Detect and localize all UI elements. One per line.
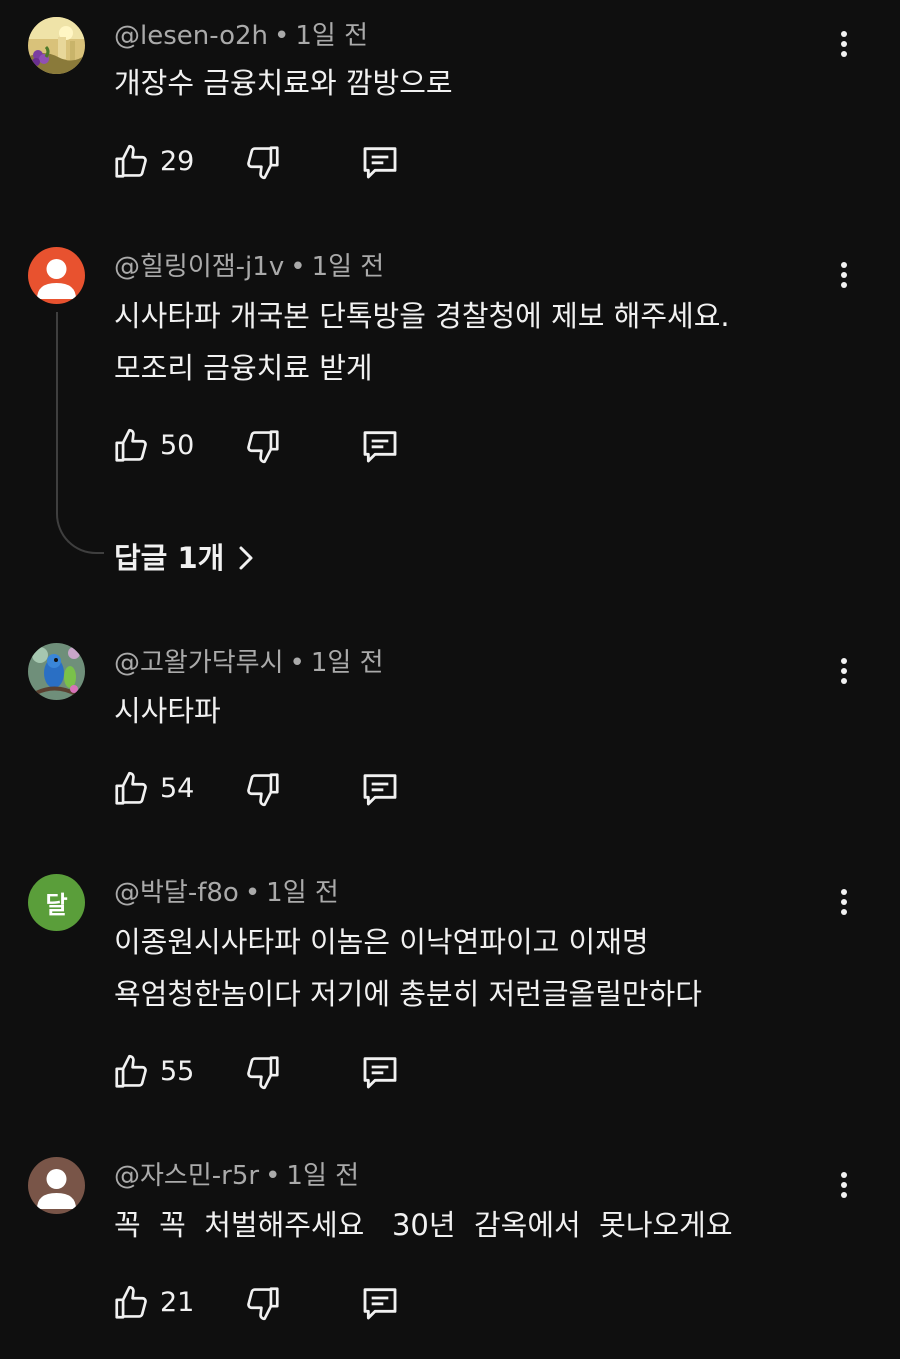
thumbs-up-icon [115,1285,147,1319]
reply-thread-line [56,312,104,554]
comment-time: 1일 전 [286,1161,360,1191]
thumbs-down-icon [247,146,279,180]
comment-author[interactable]: @고왈가닥루시 [114,648,284,678]
reply-button[interactable] [360,1052,400,1092]
comment-meta: @고왈가닥루시 • 1일 전 [114,647,384,679]
more-options-button[interactable] [826,1165,862,1205]
default-person-avatar-icon [28,247,85,304]
avatar-initial: 달 [45,891,68,919]
comment-time: 1일 전 [295,21,369,51]
thumbs-up-icon [115,1054,147,1088]
reply-button[interactable] [360,1283,400,1323]
channel-avatar[interactable]: 달 [28,874,85,931]
comment-author[interactable]: @자스민-r5r [114,1161,259,1191]
comment-text: 욕엄청한놈이다 저기에 충분히 저런글올릴만하다 [114,977,702,1011]
channel-avatar[interactable] [28,17,85,74]
comment-text: 꼭 꼭 처벌해주세요 30년 감옥에서 못나오게요 [114,1208,733,1242]
like-button[interactable]: 54 [112,769,194,809]
meta-separator: • [290,252,306,282]
comment-text: 개장수 금융치료와 깜방으로 [114,66,453,100]
reply-button[interactable] [360,769,400,809]
reply-comment-icon [363,147,397,179]
dislike-button[interactable] [244,769,282,809]
dislike-button[interactable] [244,142,282,182]
like-count: 21 [160,1287,195,1318]
comment-author[interactable]: @박달-f8o [114,878,239,908]
comment-text: 시사타파 개국본 단톡방을 경찰청에 제보 해주세요. [114,299,730,333]
comment-time: 1일 전 [266,878,339,908]
meta-separator: • [265,1161,281,1191]
channel-avatar[interactable] [28,1157,85,1214]
like-count: 29 [160,146,195,177]
thumbs-down-icon [247,773,279,807]
comment-meta: @힐링이잼-j1v • 1일 전 [114,251,384,283]
replies-label: 답글 1개 [114,541,225,575]
chevron-right-icon [239,546,253,570]
meta-separator: • [244,878,261,908]
more-options-button[interactable] [826,255,862,295]
reply-comment-icon [363,431,397,463]
comment-meta: @자스민-r5r • 1일 전 [114,1160,359,1192]
more-options-button[interactable] [826,24,862,64]
thumbs-up-icon [115,771,147,805]
comment-time: 1일 전 [310,648,384,678]
more-options-button[interactable] [826,651,862,691]
reply-comment-icon [363,1288,397,1320]
comment-text: 모조리 금융치료 받게 [114,351,373,385]
parrot-avatar-icon [28,643,85,700]
dislike-button[interactable] [244,1283,282,1323]
thumbs-up-icon [115,144,147,178]
reply-comment-icon [363,774,397,806]
landscape-avatar-icon [28,17,85,74]
thumbs-down-icon [247,430,279,464]
channel-avatar[interactable] [28,247,85,304]
thumbs-down-icon [247,1056,279,1090]
reply-button[interactable] [360,426,400,466]
like-count: 54 [160,773,195,804]
comment-time: 1일 전 [311,252,385,282]
comment-text: 이종원시사타파 이놈은 이낙연파이고 이재명 [114,925,649,959]
comment-text: 시사타파 [114,694,221,728]
like-count: 50 [160,430,195,461]
more-options-button[interactable] [826,882,862,922]
default-person-avatar-icon [28,1157,85,1214]
dislike-button[interactable] [244,1052,282,1092]
comment-author[interactable]: @lesen-o2h [114,21,268,51]
like-count: 55 [160,1056,195,1087]
channel-avatar[interactable] [28,643,85,700]
like-button[interactable]: 50 [112,426,194,466]
comment-meta: @박달-f8o • 1일 전 [114,877,339,909]
reply-comment-icon [363,1057,397,1089]
like-button[interactable]: 29 [112,142,194,182]
like-button[interactable]: 55 [112,1052,194,1092]
like-button[interactable]: 21 [112,1283,194,1323]
comment-meta: @lesen-o2h • 1일 전 [114,20,368,52]
dislike-button[interactable] [244,426,282,466]
reply-button[interactable] [360,142,400,182]
meta-separator: • [289,648,305,678]
meta-separator: • [274,21,290,51]
view-replies-button[interactable]: 답글 1개 [114,538,254,578]
thumbs-up-icon [115,428,147,462]
thumbs-down-icon [247,1287,279,1321]
comment-author[interactable]: @힐링이잼-j1v [114,252,284,282]
